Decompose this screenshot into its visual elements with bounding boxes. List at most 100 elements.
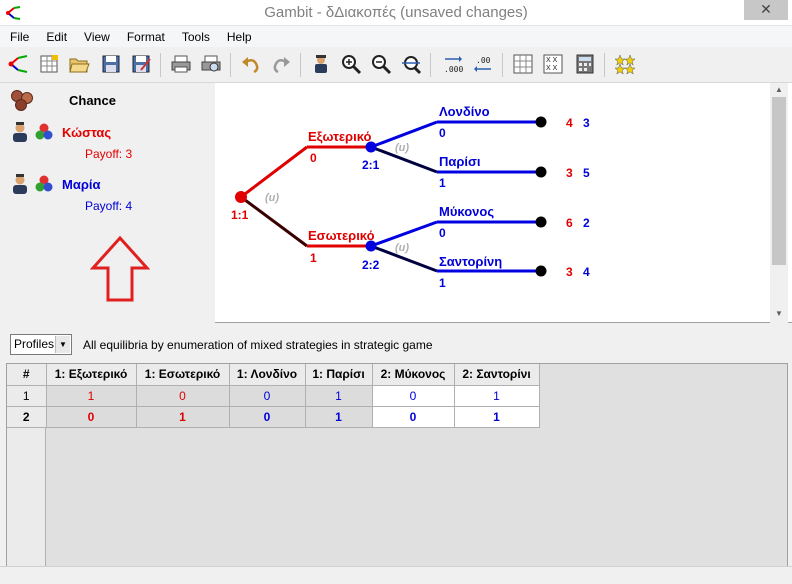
- zoom-out-icon[interactable]: [368, 51, 394, 77]
- open-icon[interactable]: [66, 51, 92, 77]
- player-1-payoff: Payoff: 3: [85, 147, 133, 161]
- node-2-2-prob: (u): [395, 242, 409, 254]
- branch-esoteriko-line[interactable]: [240, 195, 308, 248]
- undo-icon[interactable]: [238, 51, 264, 77]
- chance-dice-icon[interactable]: [10, 89, 36, 111]
- root-node-label: 1:1: [231, 208, 249, 222]
- table-cell[interactable]: 0: [229, 385, 306, 407]
- toolbar: .000 .00 X XX X: [0, 47, 792, 83]
- scroll-thumb[interactable]: [772, 97, 786, 265]
- player-2-payoff: Payoff: 4: [85, 199, 133, 213]
- table-cell[interactable]: 1: [305, 406, 373, 428]
- menu-format[interactable]: Format: [117, 27, 172, 47]
- player-2-color-icon[interactable]: [34, 174, 54, 194]
- close-button[interactable]: ✕: [744, 0, 788, 20]
- strategic-table-icon[interactable]: [510, 51, 536, 77]
- column-header[interactable]: 2: Μύκονος: [372, 364, 455, 386]
- player-1-icon[interactable]: [10, 121, 30, 143]
- table-cell[interactable]: 0: [372, 385, 455, 407]
- column-header[interactable]: 1: Εσωτερικό: [136, 364, 230, 386]
- dominance-icon[interactable]: X XX X: [540, 51, 566, 77]
- menu-bar: File Edit View Format Tools Help: [0, 26, 792, 47]
- terminal-node[interactable]: [535, 166, 547, 178]
- player-name-2[interactable]: Μαρία: [62, 177, 100, 192]
- action-label-exoteriko: Εξωτερικό: [308, 129, 372, 144]
- table-cell[interactable]: 1: [454, 406, 540, 428]
- equilibria-panel: Profiles ▼ All equilibria by enumeration…: [0, 325, 792, 584]
- table-cell[interactable]: 1: [454, 385, 540, 407]
- table-row[interactable]: 1 1 0 0 1 0 1: [7, 385, 540, 407]
- player-2-icon[interactable]: [10, 173, 30, 195]
- new-table-icon[interactable]: [36, 51, 62, 77]
- table-cell[interactable]: 1: [46, 385, 137, 407]
- prob-label-esoteriko: 1: [310, 251, 317, 265]
- player-2-row: Μαρία: [10, 173, 100, 195]
- equilibrium-icon[interactable]: [612, 51, 638, 77]
- payoff-p2: 4: [583, 265, 590, 279]
- scroll-up-icon[interactable]: ▲: [770, 83, 788, 97]
- menu-file[interactable]: File: [0, 27, 36, 47]
- player-1-color-icon[interactable]: [34, 122, 54, 142]
- tree-vertical-scrollbar[interactable]: ▲ ▼: [770, 83, 788, 323]
- player-name-1[interactable]: Κώστας: [62, 125, 111, 140]
- column-header[interactable]: 1: Παρίσι: [305, 364, 373, 386]
- player-chance-row: Chance: [10, 89, 116, 111]
- svg-text:.000: .000: [444, 65, 463, 74]
- svg-text:X X: X X: [546, 57, 558, 64]
- payoff-p2: 5: [583, 166, 590, 180]
- menu-view[interactable]: View: [74, 27, 117, 47]
- table-cell[interactable]: 0: [229, 406, 306, 428]
- profiles-dropdown[interactable]: Profiles ▼: [10, 334, 72, 355]
- equilibria-description: All equilibria by enumeration of mixed s…: [83, 338, 433, 352]
- table-cell[interactable]: 1: [305, 385, 373, 407]
- add-player-icon[interactable]: [308, 51, 334, 77]
- decimals-more-icon[interactable]: .000: [440, 51, 466, 77]
- equilibria-table: # 1: Εξωτερικό 1: Εσωτερικό 1: Λονδίνο 1…: [6, 363, 788, 584]
- branch-exoteriko-line[interactable]: [240, 145, 308, 199]
- zoom-fit-icon[interactable]: [398, 51, 424, 77]
- table-cell[interactable]: 0: [46, 406, 137, 428]
- menu-tools[interactable]: Tools: [172, 27, 217, 47]
- row-number[interactable]: 1: [7, 385, 47, 407]
- save-as-icon[interactable]: [128, 51, 154, 77]
- table-cell[interactable]: 0: [372, 406, 455, 428]
- terminal-node[interactable]: [535, 116, 547, 128]
- window-title: Gambit - δΔιακοπές (unsaved changes): [264, 4, 528, 21]
- payoff-p1: 3: [566, 265, 573, 279]
- chevron-down-icon[interactable]: ▼: [55, 336, 70, 353]
- terminal-node[interactable]: [535, 265, 547, 277]
- column-header[interactable]: 1: Λονδίνο: [229, 364, 306, 386]
- terminal-node[interactable]: [535, 216, 547, 228]
- prob-label-santorini: 1: [439, 276, 446, 290]
- menu-help[interactable]: Help: [217, 27, 259, 47]
- redo-icon[interactable]: [268, 51, 294, 77]
- up-arrow-annotation: [90, 235, 150, 302]
- game-view: Chance Κώστας Payoff: 3 Μαρία Payoff: 4 …: [0, 83, 792, 323]
- new-game-icon[interactable]: [6, 51, 32, 77]
- profiles-dropdown-value: Profiles: [14, 337, 55, 351]
- column-header[interactable]: #: [7, 364, 47, 386]
- decimals-less-icon[interactable]: .00: [470, 51, 496, 77]
- action-label-londino: Λονδίνο: [439, 104, 490, 119]
- root-node[interactable]: [235, 191, 247, 203]
- zoom-in-icon[interactable]: [338, 51, 364, 77]
- menu-edit[interactable]: Edit: [36, 27, 74, 47]
- print-icon[interactable]: [168, 51, 194, 77]
- column-header[interactable]: 1: Εξωτερικό: [46, 364, 137, 386]
- toolbar-separator: [502, 53, 503, 77]
- action-label-parisi: Παρίσι: [439, 154, 481, 169]
- node-2-1-label: 2:1: [362, 158, 380, 172]
- action-label-esoteriko: Εσωτερικό: [308, 228, 375, 243]
- payoff-p1: 4: [566, 116, 573, 130]
- svg-text:X X: X X: [546, 65, 558, 72]
- prob-label-londino: 0: [439, 126, 446, 140]
- table-cell[interactable]: 0: [136, 385, 230, 407]
- calculator-icon[interactable]: [572, 51, 598, 77]
- print-preview-icon[interactable]: [198, 51, 224, 77]
- table-cell[interactable]: 1: [136, 406, 230, 428]
- row-number[interactable]: 2: [7, 406, 47, 428]
- save-icon[interactable]: [98, 51, 124, 77]
- column-header[interactable]: 2: Σαντορίνι: [454, 364, 540, 386]
- table-row[interactable]: 2 0 1 0 1 0 1: [7, 406, 540, 428]
- scroll-down-icon[interactable]: ▼: [770, 307, 788, 321]
